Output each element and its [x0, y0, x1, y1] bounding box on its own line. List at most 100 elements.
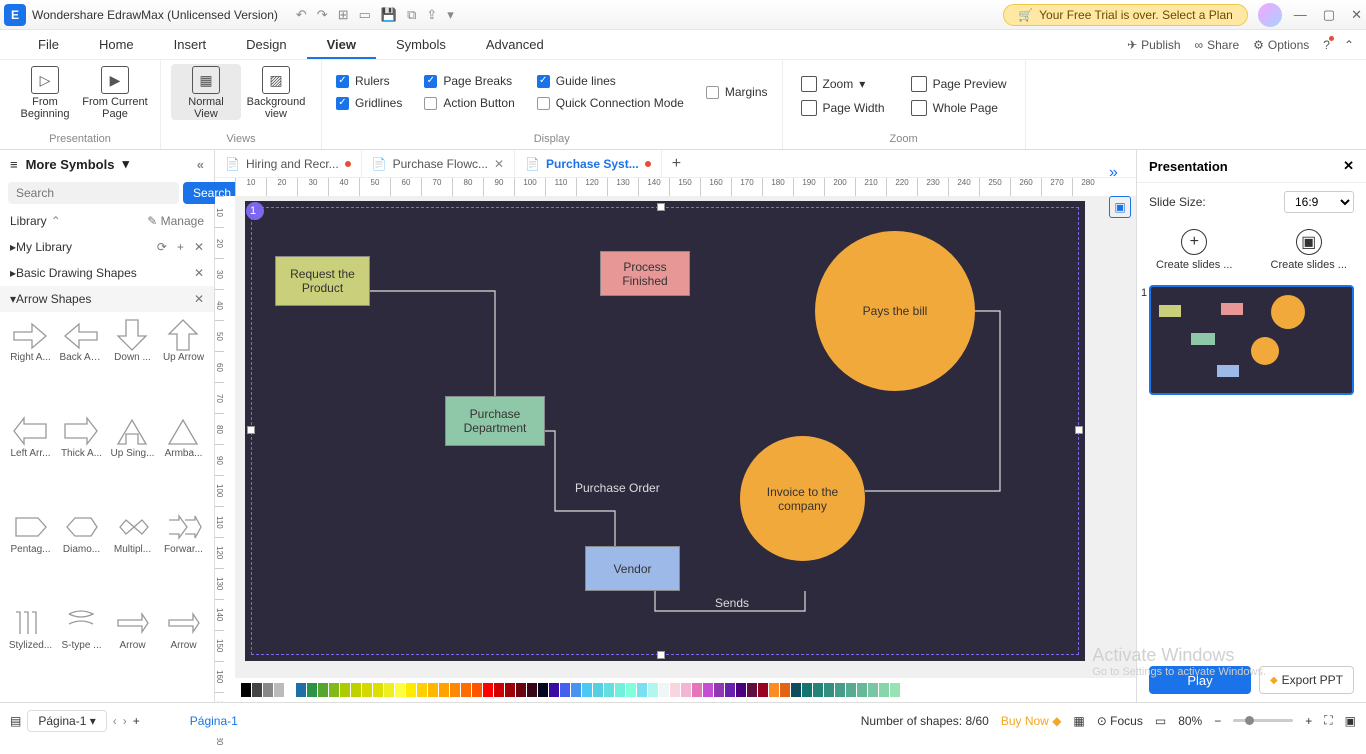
maximize-icon[interactable]: ▢	[1323, 7, 1335, 23]
color-swatch[interactable]	[703, 683, 713, 697]
quick-connection-checkbox[interactable]: Quick Connection Mode	[537, 96, 684, 110]
color-swatch[interactable]	[274, 683, 284, 697]
node-vendor[interactable]: Vendor	[585, 546, 680, 591]
symbol-search-input[interactable]	[8, 182, 179, 204]
presentation-mode-icon[interactable]: ▣	[1109, 196, 1131, 218]
menu-design[interactable]: Design	[226, 30, 306, 59]
color-swatch[interactable]	[505, 683, 515, 697]
color-swatch[interactable]	[692, 683, 702, 697]
zoom-in-icon[interactable]: +	[1305, 714, 1312, 728]
close-panel-icon[interactable]: ✕	[1343, 158, 1354, 174]
color-swatch[interactable]	[791, 683, 801, 697]
node-purchase[interactable]: Purchase Department	[445, 396, 545, 446]
shape-item[interactable]: Arrow	[108, 604, 157, 698]
play-button[interactable]: Play	[1149, 666, 1251, 694]
shape-item[interactable]: Down ...	[108, 316, 157, 410]
shape-item[interactable]: Multipl...	[108, 508, 157, 602]
color-swatch[interactable]	[406, 683, 416, 697]
canvas-area[interactable]: 1 Request the Product Process Finished P…	[235, 196, 1136, 678]
next-page-icon[interactable]: ›	[123, 714, 127, 728]
remove-icon[interactable]: ✕	[194, 240, 204, 254]
color-swatch[interactable]	[714, 683, 724, 697]
color-swatch[interactable]	[615, 683, 625, 697]
prev-page-icon[interactable]: ‹	[113, 714, 117, 728]
shape-item[interactable]: Right A...	[6, 316, 55, 410]
color-swatch[interactable]	[417, 683, 427, 697]
node-request[interactable]: Request the Product	[275, 256, 370, 306]
color-swatch[interactable]	[824, 683, 834, 697]
my-library-row[interactable]: ▸ My Library ⟳+✕	[0, 234, 214, 260]
action-button-checkbox[interactable]: Action Button	[424, 96, 514, 110]
shape-item[interactable]: Thick A...	[57, 412, 106, 506]
slide-size-select[interactable]: 16:9	[1284, 191, 1354, 213]
shape-item[interactable]: Arrow	[159, 604, 208, 698]
options-button[interactable]: ⚙ Options	[1253, 38, 1309, 52]
color-swatch[interactable]	[604, 683, 614, 697]
menu-insert[interactable]: Insert	[154, 30, 227, 59]
save-icon[interactable]: 💾	[381, 7, 397, 23]
export-ppt-button[interactable]: Export PPT	[1259, 666, 1354, 694]
open-icon[interactable]: ▭	[359, 7, 371, 23]
margins-checkbox[interactable]: Margins	[706, 85, 768, 99]
color-swatch[interactable]	[351, 683, 361, 697]
color-swatch[interactable]	[626, 683, 636, 697]
color-swatch[interactable]	[560, 683, 570, 697]
color-swatch[interactable]	[802, 683, 812, 697]
focus-toggle[interactable]: ⊙ Focus	[1097, 714, 1143, 728]
pages-dropdown-icon[interactable]: ▤	[10, 714, 21, 728]
menu-symbols[interactable]: Symbols	[376, 30, 466, 59]
shape-item[interactable]: Stylized...	[6, 604, 55, 698]
sync-icon[interactable]: ⟳	[157, 240, 167, 254]
remove-arrow-icon[interactable]: ✕	[194, 292, 204, 306]
color-swatch[interactable]	[681, 683, 691, 697]
whole-page-button[interactable]: Whole Page	[911, 100, 1007, 116]
expand-right-icon[interactable]: »	[1109, 164, 1118, 182]
rulers-checkbox[interactable]: Rulers	[336, 74, 402, 88]
doc-tab-1[interactable]: 📄 Hiring and Recr...	[215, 150, 362, 177]
color-swatch[interactable]	[879, 683, 889, 697]
color-swatch[interactable]	[648, 683, 658, 697]
color-swatch[interactable]	[549, 683, 559, 697]
color-swatch[interactable]	[483, 683, 493, 697]
notifications-icon[interactable]: ?	[1323, 38, 1330, 52]
shape-item[interactable]: S-type ...	[57, 604, 106, 698]
page-preview-button[interactable]: Page Preview	[911, 76, 1007, 92]
shape-item[interactable]: Left Arr...	[6, 412, 55, 506]
color-swatch[interactable]	[780, 683, 790, 697]
zoom-level[interactable]: 80%	[1178, 714, 1202, 728]
redo-icon[interactable]: ↷	[317, 7, 328, 23]
menu-advanced[interactable]: Advanced	[466, 30, 564, 59]
create-slides-1[interactable]: +Create slides ...	[1156, 229, 1232, 271]
color-swatch[interactable]	[736, 683, 746, 697]
color-swatch[interactable]	[571, 683, 581, 697]
color-swatch[interactable]	[813, 683, 823, 697]
color-swatch[interactable]	[329, 683, 339, 697]
shape-item[interactable]: Up Sing...	[108, 412, 157, 506]
shape-item[interactable]: Up Arrow	[159, 316, 208, 410]
menu-home[interactable]: Home	[79, 30, 154, 59]
zoom-button[interactable]: Zoom▾	[801, 76, 885, 92]
page-link[interactable]: Página-1	[190, 714, 238, 728]
background-view-button[interactable]: ▨Background view	[241, 64, 311, 120]
gridlines-checkbox[interactable]: Gridlines	[336, 96, 402, 110]
add-tab-button[interactable]: +	[662, 155, 691, 173]
color-swatch[interactable]	[758, 683, 768, 697]
new-icon[interactable]: ⊞	[338, 7, 349, 23]
color-swatch[interactable]	[538, 683, 548, 697]
normal-view-button[interactable]: ▦Normal View	[171, 64, 241, 120]
doc-tab-2[interactable]: 📄 Purchase Flowc...✕	[362, 150, 515, 177]
color-swatch[interactable]	[494, 683, 504, 697]
color-swatch[interactable]	[472, 683, 482, 697]
color-swatch[interactable]	[362, 683, 372, 697]
close-icon[interactable]: ✕	[1351, 7, 1362, 23]
print-icon[interactable]: ⧉	[407, 7, 416, 23]
color-swatch[interactable]	[395, 683, 405, 697]
node-invoice[interactable]: Invoice to the company	[740, 436, 865, 561]
color-swatch[interactable]	[769, 683, 779, 697]
color-swatch[interactable]	[450, 683, 460, 697]
basic-shapes-row[interactable]: ▸ Basic Drawing Shapes ✕	[0, 260, 214, 286]
zoom-slider[interactable]	[1233, 719, 1293, 722]
color-swatch[interactable]	[846, 683, 856, 697]
shape-item[interactable]: Pentag...	[6, 508, 55, 602]
color-swatch[interactable]	[384, 683, 394, 697]
